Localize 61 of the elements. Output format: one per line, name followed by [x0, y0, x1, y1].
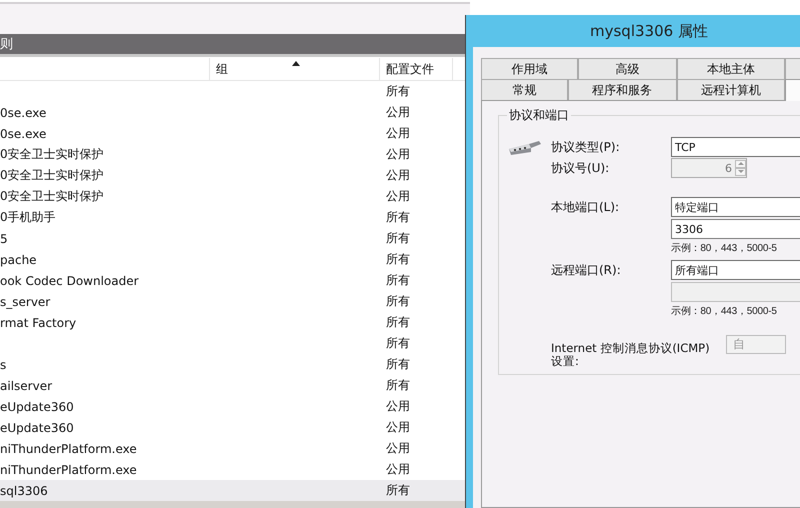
- table-cell: 所有: [386, 294, 410, 308]
- table-cell: pache: [0, 252, 37, 266]
- tab[interactable]: 本地主体: [676, 58, 786, 79]
- table-cell: 所有: [386, 252, 410, 266]
- table-cell: niThunderPlatform.exe: [0, 442, 137, 456]
- table-cell: 所有: [386, 336, 410, 350]
- table-cell: s: [0, 358, 6, 372]
- table-cell: 公用: [386, 420, 410, 434]
- panel-title: 则: [0, 36, 13, 53]
- table-cell: 公用: [386, 168, 410, 182]
- field-label: 协议类型(P):: [551, 140, 620, 154]
- dropdown[interactable]: 所有端口: [671, 260, 800, 280]
- table-cell: 公用: [386, 147, 410, 161]
- table-cell: niThunderPlatform.exe: [0, 462, 137, 476]
- table-cell: 0安全卫士实时保护: [0, 189, 104, 203]
- dialog-title: mysql3306 属性: [589, 20, 709, 42]
- table-cell: 所有: [386, 84, 410, 98]
- hint-text: 示例：80，443，5000-5: [671, 242, 777, 256]
- tab[interactable]: 高级: [578, 58, 677, 79]
- tab[interactable]: 常规: [481, 79, 568, 100]
- table-cell: 公用: [386, 126, 410, 140]
- table-cell: ook Codec Downloader: [0, 274, 139, 288]
- table-cell: 公用: [386, 105, 410, 119]
- table-cell: 5: [0, 232, 8, 246]
- tab[interactable]: 程序和服务: [568, 79, 677, 100]
- tab[interactable]: 远程计算机: [676, 79, 786, 100]
- dropdown[interactable]: 特定端口: [671, 197, 800, 217]
- column-header[interactable]: 配置文件: [380, 58, 453, 80]
- table-cell: eUpdate360: [0, 400, 74, 414]
- field-label: 远程端口(R):: [551, 262, 621, 276]
- table-cell: 所有: [386, 210, 410, 224]
- table-cell: 所有: [386, 357, 410, 371]
- table-cell: 所有: [386, 273, 410, 287]
- dropdown[interactable]: TCP: [671, 137, 800, 157]
- table-cell: 所有: [386, 483, 410, 497]
- table-cell: ailserver: [0, 378, 52, 392]
- field-label: Internet 控制消息协议(ICMP)设置:: [551, 342, 711, 368]
- tab[interactable]: 作用域: [481, 58, 578, 79]
- table-cell: s_server: [0, 294, 50, 308]
- table-cell: 所有: [386, 315, 410, 329]
- table-cell: 0安全卫士实时保护: [0, 168, 104, 182]
- field-label: 协议号(U):: [551, 160, 610, 174]
- table-cell: sql3306: [0, 484, 48, 498]
- table-cell: rmat Factory: [0, 316, 76, 330]
- table-cell: 0se.exe: [0, 126, 46, 140]
- table-cell: 0手机助手: [0, 210, 56, 224]
- table-cell: 公用: [386, 462, 410, 476]
- table-cell: 公用: [386, 441, 410, 455]
- input-field[interactable]: 3306: [671, 219, 800, 239]
- hint-text: 示例：80，443，5000-5: [671, 305, 777, 319]
- group-title: 协议和端口: [508, 107, 570, 124]
- table-cell: 公用: [386, 189, 410, 203]
- table-cell: 所有: [386, 231, 410, 245]
- table-cell: 所有: [386, 378, 410, 392]
- cable-icon: [507, 138, 543, 158]
- field-label: 本地端口(L):: [551, 200, 620, 214]
- column-header[interactable]: 组: [210, 58, 380, 80]
- table-cell: 0安全卫士实时保护: [0, 147, 104, 161]
- table-cell: eUpdate360: [0, 420, 74, 434]
- table-cell: 公用: [386, 399, 410, 413]
- table-cell: 0se.exe: [0, 106, 46, 120]
